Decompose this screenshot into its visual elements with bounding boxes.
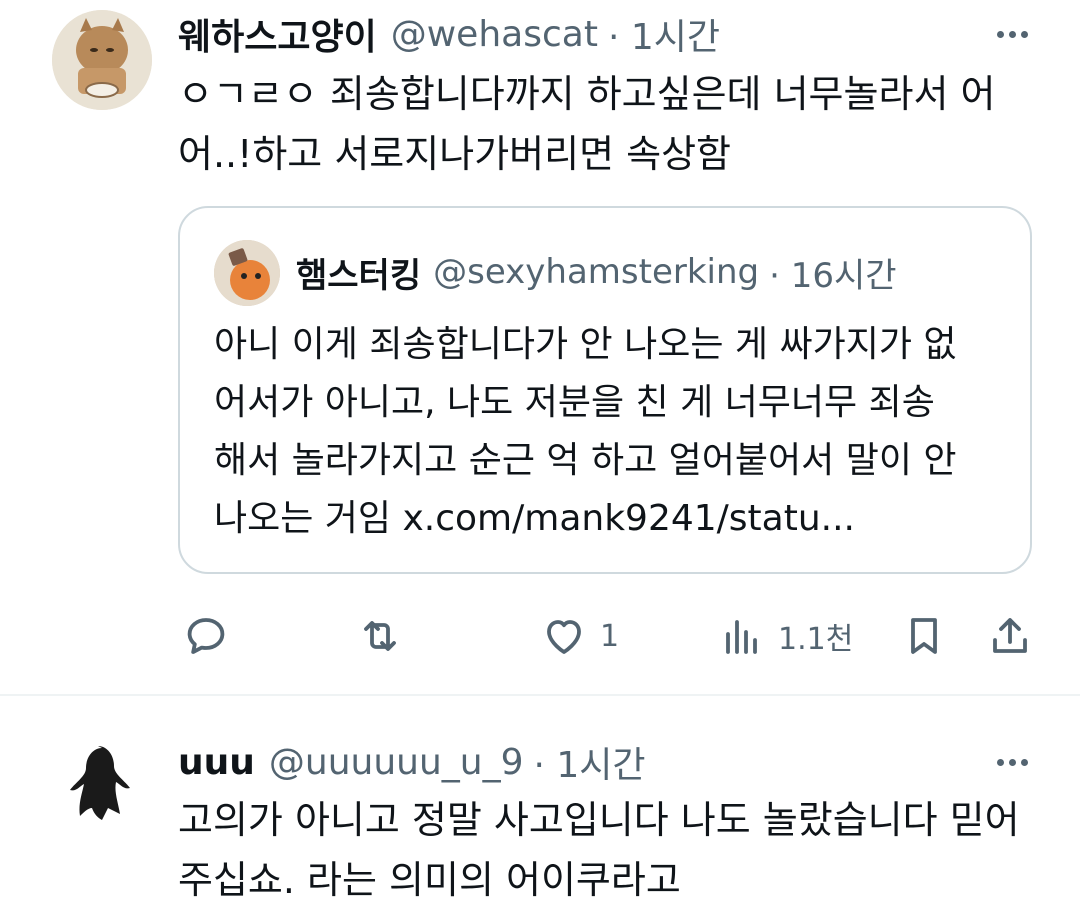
quoted-text-line: 해서 놀라가지고 순근 억 하고 얼어붙어서 말이 안 — [214, 440, 957, 481]
quoted-author-handle[interactable]: @sexyhamsterking — [433, 252, 759, 292]
bookmark-icon — [911, 618, 937, 654]
tweet-text-line: 어..!하고 서로지나가버리면 속상함 — [178, 132, 731, 176]
quoted-author-name[interactable]: 햄스터킹 — [296, 248, 421, 297]
quoted-avatar[interactable] — [214, 240, 280, 306]
retweet-icon — [364, 621, 396, 651]
heart-icon — [547, 620, 581, 654]
tweet-header: uuu @uuuuuu_u_9 · 1시간 — [178, 736, 646, 788]
hamster-avatar-image — [214, 240, 280, 306]
tweet-text: 고의가 아니고 정말 사고입니다 나도 놀랐습니다 믿어 주십쇼. 라는 의미의… — [178, 790, 1038, 910]
share-icon — [993, 618, 1027, 653]
ghost-avatar-image — [52, 734, 152, 834]
tweet-text-line: ㅇㄱㄹㅇ 죄송합니다까지 하고싶은데 너무놀라서 어 — [178, 72, 996, 116]
more-dots-icon[interactable] — [997, 742, 1028, 782]
tweet-text-line: 고의가 아니고 정말 사고입니다 나도 놀랐습니다 믿어 — [178, 798, 1020, 842]
action-bar: 1 1.1천 — [178, 600, 1038, 672]
quoted-tweet[interactable]: 햄스터킹 @sexyhamsterking · 16시간 아니 이게 죄송합니다… — [178, 206, 1032, 574]
avatar[interactable] — [52, 10, 152, 110]
views-count: 1.1천 — [778, 622, 854, 657]
quoted-text-line: 어서가 아니고, 나도 저분을 친 게 너무너무 죄송 — [214, 382, 935, 423]
quoted-timestamp[interactable]: · 16시간 — [769, 248, 896, 297]
author-handle[interactable]: @wehascat — [391, 14, 598, 55]
tweet-text-line: 주십쇼. 라는 의미의 어이쿠라고 — [178, 858, 681, 902]
tweet-divider — [0, 694, 1080, 696]
quoted-text-line: 아니 이게 죄송합니다가 안 나오는 게 싸가지가 없 — [214, 324, 957, 365]
author-handle[interactable]: @uuuuuu_u_9 — [269, 742, 524, 783]
avatar[interactable] — [52, 734, 152, 834]
author-name[interactable]: 웨하스고양이 — [178, 8, 377, 60]
retweet-button[interactable] — [356, 600, 416, 672]
like-count: 1 — [600, 618, 620, 654]
timestamp[interactable]: · 1시간 — [608, 8, 720, 60]
tweet-text: ㅇㄱㄹㅇ 죄송합니다까지 하고싶은데 너무놀라서 어 어..!하고 서로지나가버… — [178, 64, 1028, 184]
author-name[interactable]: uuu — [178, 742, 255, 783]
reply-icon — [187, 618, 225, 654]
bookmark-button[interactable] — [900, 600, 948, 672]
tweet-1[interactable]: 웨하스고양이 @wehascat · 1시간 ㅇㄱㄹㅇ 죄송합니다까지 하고싶은… — [0, 0, 1080, 694]
reply-button[interactable] — [182, 600, 242, 672]
share-button[interactable] — [986, 600, 1034, 672]
views-button[interactable]: 1.1천 — [718, 600, 853, 672]
timestamp[interactable]: · 1시간 — [534, 736, 646, 788]
cat-avatar-image — [52, 10, 152, 110]
views-icon — [726, 620, 757, 654]
quoted-text-line[interactable]: 나오는 거임 x.com/mank9241/statu... — [214, 490, 1014, 548]
tweet-header: 웨하스고양이 @wehascat · 1시간 — [178, 8, 720, 60]
quoted-text: 아니 이게 죄송합니다가 안 나오는 게 싸가지가 없 어서가 아니고, 나도 … — [214, 316, 1014, 548]
quoted-header: 햄스터킹 @sexyhamsterking · 16시간 — [296, 244, 897, 300]
more-dots-icon[interactable] — [997, 14, 1028, 54]
like-button[interactable]: 1 — [540, 600, 619, 672]
